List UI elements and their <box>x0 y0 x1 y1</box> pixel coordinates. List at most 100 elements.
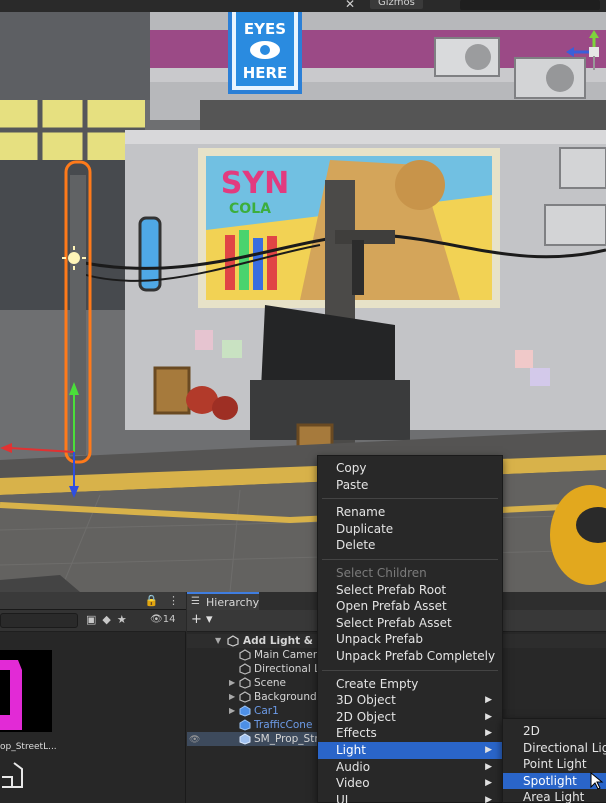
gameobject-icon <box>239 677 251 689</box>
prefab-icon <box>239 733 251 745</box>
menu-separator <box>322 669 498 671</box>
menu-item-effects[interactable]: Effects ▶ <box>318 725 502 742</box>
menu-item-label: Select Children <box>336 565 427 580</box>
submenu-arrow-icon: ▶ <box>485 711 492 722</box>
visibility-eye-icon[interactable]: 👁 <box>189 733 200 747</box>
submenu-arrow-icon: ▶ <box>485 695 492 706</box>
menu-item-unpack-prefab-completely[interactable]: Unpack Prefab Completely <box>318 648 502 665</box>
menu-item-label: 3D Object <box>336 693 396 708</box>
syn-cola-subtitle: COLA <box>229 201 271 217</box>
close-icon[interactable]: ✕ <box>345 0 355 11</box>
hierarchy-row-label: Car1 <box>254 705 279 717</box>
menu-item-open-prefab-asset[interactable]: Open Prefab Asset <box>318 598 502 615</box>
menu-item-label: Effects <box>336 726 377 741</box>
add-object-button[interactable]: + ▾ <box>191 612 213 627</box>
light-submenu: 2D Directional Light Point Light Spotlig… <box>502 718 606 803</box>
hierarchy-row-label: Directional Li <box>254 663 323 675</box>
gameobject-icon <box>239 691 251 703</box>
collapse-arrow-icon[interactable]: ▶ <box>229 704 235 718</box>
submenu-item-area-light[interactable]: Area Light <box>503 789 606 803</box>
menu-item-delete[interactable]: Delete <box>318 537 502 554</box>
menu-item-label: Duplicate <box>336 521 394 536</box>
submenu-item-point-light[interactable]: Point Light <box>503 756 606 773</box>
menu-item-label: Paste <box>336 477 369 492</box>
menu-item-label: Audio <box>336 759 371 774</box>
menu-item-label: UI <box>336 792 349 803</box>
list-icon: ☰ <box>191 596 200 607</box>
menu-separator <box>322 498 498 500</box>
project-panel: 🔒 ⋮ ▣◆★ 👁14 op_StreetL... <box>0 592 186 803</box>
project-search-input[interactable] <box>0 613 78 628</box>
submenu-arrow-icon: ▶ <box>485 778 492 789</box>
project-header: 🔒 ⋮ <box>0 592 186 610</box>
mouse-cursor-icon <box>590 772 604 790</box>
submenu-item-2d[interactable]: 2D <box>503 723 606 740</box>
menu-item-duplicate[interactable]: Duplicate <box>318 521 502 538</box>
hidden-count: 14 <box>162 614 176 625</box>
menu-item-2d-object[interactable]: 2D Object ▶ <box>318 709 502 726</box>
gameobject-icon <box>239 649 251 661</box>
tab-hierarchy[interactable]: ☰ Hierarchy <box>187 592 259 610</box>
menu-item-label: Point Light <box>523 757 587 772</box>
submenu-item-directional-light[interactable]: Directional Light <box>503 740 606 757</box>
menu-item-select-prefab-root[interactable]: Select Prefab Root <box>318 582 502 599</box>
prefab-icon <box>239 719 251 731</box>
asset-label: op_StreetL... <box>0 742 57 752</box>
menu-item-label: 2D Object <box>336 709 396 724</box>
menu-item-label: Open Prefab Asset <box>336 599 447 614</box>
project-toolbar: ▣◆★ 👁14 <box>0 610 186 632</box>
prefab-icon <box>239 705 251 717</box>
menu-item-copy[interactable]: Copy <box>318 460 502 477</box>
hidden-count-badge[interactable]: 👁14 <box>150 614 175 625</box>
menu-item-label: Unpack Prefab Completely <box>336 648 496 663</box>
asset-thumbnail-2[interactable] <box>0 759 26 789</box>
menu-item-select-children: Select Children <box>318 565 502 582</box>
scene-toolbar: ✕ Gizmos <box>0 0 606 12</box>
menu-item-label: Video <box>336 776 370 791</box>
menu-item-create-empty[interactable]: Create Empty <box>318 676 502 693</box>
collapse-arrow-icon[interactable]: ▶ <box>229 676 235 690</box>
syn-cola-sign: SYN <box>221 166 289 201</box>
hierarchy-row-label: SM_Prop_Stre <box>254 733 325 745</box>
lock-and-menu-icons[interactable]: 🔒 ⋮ <box>145 594 182 607</box>
menu-item-label: Select Prefab Root <box>336 582 447 597</box>
menu-item-light[interactable]: Light ▶ <box>318 741 502 759</box>
hierarchy-context-menu: Copy Paste Rename Duplicate Delete Selec… <box>317 455 503 803</box>
submenu-arrow-icon: ▶ <box>485 794 492 803</box>
menu-item-label: Area Light <box>523 790 585 803</box>
menu-item-select-prefab-asset[interactable]: Select Prefab Asset <box>318 615 502 632</box>
menu-item-video[interactable]: Video ▶ <box>318 775 502 792</box>
menu-item-paste[interactable]: Paste <box>318 477 502 494</box>
menu-item-audio[interactable]: Audio ▶ <box>318 759 502 776</box>
menu-item-ui[interactable]: UI ▶ <box>318 792 502 803</box>
menu-separator <box>322 558 498 560</box>
menu-item-label: Create Empty <box>336 676 419 691</box>
expand-arrow-icon[interactable]: ▼ <box>215 634 221 648</box>
tab-hierarchy-label: Hierarchy <box>206 596 260 609</box>
hierarchy-row-label: Scene <box>254 677 287 689</box>
submenu-arrow-icon: ▶ <box>485 728 492 739</box>
menu-item-unpack-prefab[interactable]: Unpack Prefab <box>318 631 502 648</box>
menu-item-3d-object[interactable]: 3D Object ▶ <box>318 692 502 709</box>
eyes-sign-top: EYES <box>244 20 286 38</box>
gizmos-dropdown[interactable]: Gizmos <box>370 0 423 9</box>
asset-thumbnail[interactable] <box>0 650 52 732</box>
scene-search-field[interactable] <box>460 0 600 10</box>
submenu-arrow-icon: ▶ <box>485 744 492 755</box>
hierarchy-row-label: Main Camera <box>254 649 324 661</box>
menu-item-label: Spotlight <box>523 773 577 788</box>
menu-item-label: Select Prefab Asset <box>336 615 452 630</box>
menu-item-label: Light <box>336 742 366 757</box>
collapse-arrow-icon[interactable]: ▶ <box>229 690 235 704</box>
scene-render: EYES HERE SYN COLA <box>0 0 606 592</box>
scene-view[interactable]: EYES HERE SYN COLA ✕ Gizmos <box>0 0 606 592</box>
menu-item-label: Rename <box>336 505 386 520</box>
menu-item-label: 2D <box>523 724 540 738</box>
menu-item-label: Directional Light <box>523 740 606 755</box>
submenu-arrow-icon: ▶ <box>485 761 492 772</box>
filter-icons[interactable]: ▣◆★ <box>86 613 133 626</box>
eyes-sign-bottom: HERE <box>243 64 288 82</box>
axis-orientation-gizmo[interactable] <box>560 30 606 80</box>
scene-icon <box>227 635 239 647</box>
menu-item-rename[interactable]: Rename <box>318 504 502 521</box>
